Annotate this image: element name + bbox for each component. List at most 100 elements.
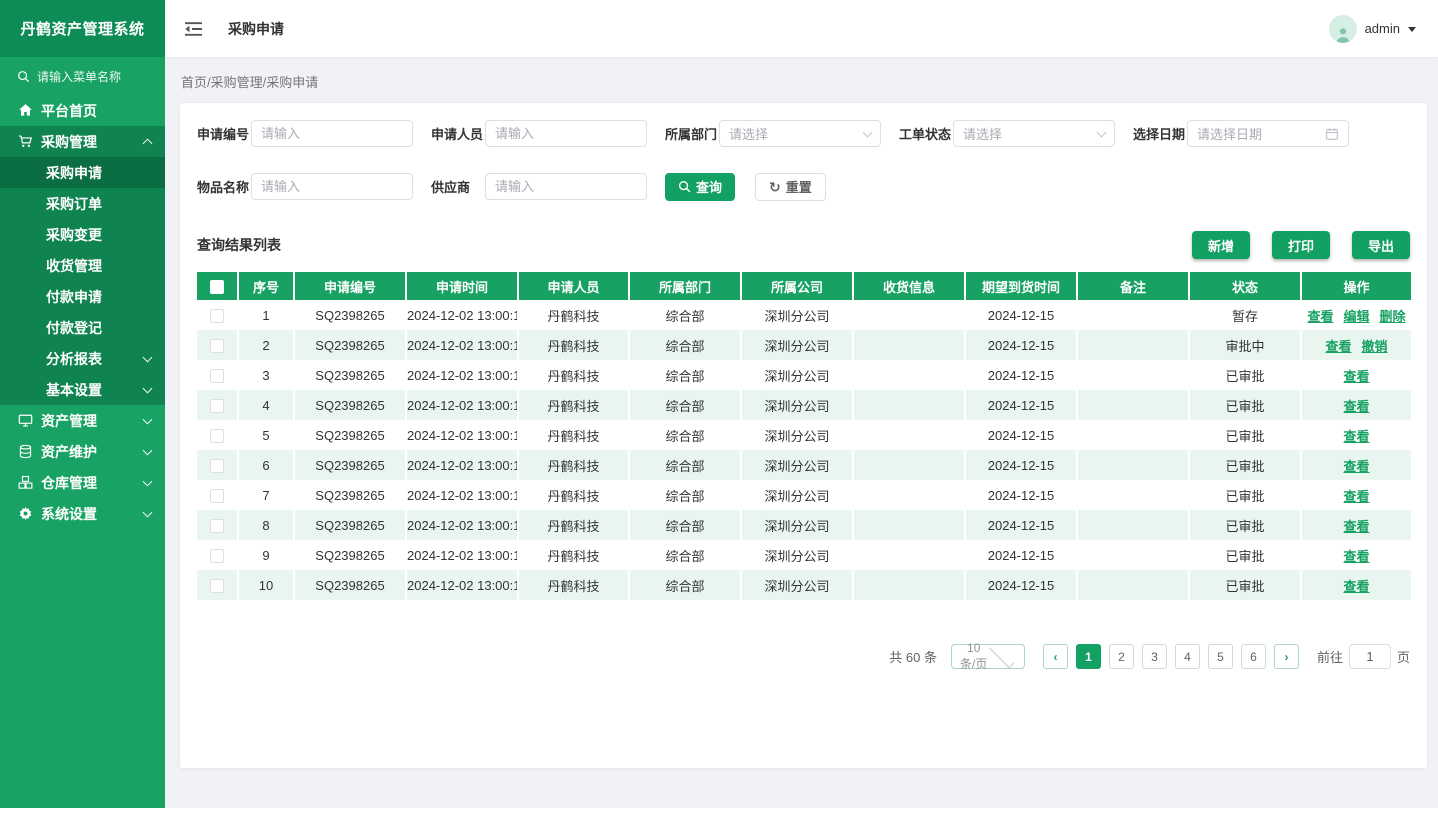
action-view-link[interactable]: 查看	[1343, 429, 1369, 444]
sidebar-item-purchase-change[interactable]: 采购变更	[0, 219, 165, 250]
filter-input-apply-no[interactable]	[251, 120, 413, 147]
prev-page-button[interactable]: ‹	[1043, 644, 1068, 669]
filter-input-applicant[interactable]	[485, 120, 647, 147]
action-view-link[interactable]: 查看	[1307, 309, 1333, 324]
action-view-link[interactable]: 查看	[1343, 369, 1369, 384]
action-delete-link[interactable]: 删除	[1380, 309, 1406, 324]
apply-time-cell: 2024-12-02 13:00:15	[406, 510, 518, 540]
expected-date-cell: 2024-12-15	[965, 390, 1077, 420]
status-cell: 已审批	[1189, 360, 1301, 390]
action-view-link[interactable]: 查看	[1325, 339, 1351, 354]
company-cell: 深圳分公司	[741, 390, 853, 420]
department-cell: 综合部	[629, 480, 741, 510]
row-checkbox[interactable]	[210, 579, 224, 593]
applicant-cell: 丹鹤科技	[518, 570, 629, 600]
row-checkbox[interactable]	[210, 339, 224, 353]
add-button[interactable]: 新增	[1192, 231, 1250, 259]
checkbox-cell	[197, 510, 238, 540]
sidebar-item-purchase-apply[interactable]: 采购申请	[0, 157, 165, 188]
apply-time-cell: 2024-12-02 13:00:15	[406, 300, 518, 330]
action-view-link[interactable]: 查看	[1343, 399, 1369, 414]
chevron-down-icon	[143, 414, 153, 424]
sidebar-item-purchase-order[interactable]: 采购订单	[0, 188, 165, 219]
goto-page: 前往 页	[1317, 644, 1410, 669]
sidebar-item-receiving-management[interactable]: 收货管理	[0, 250, 165, 281]
total-count: 共 60 条	[889, 647, 937, 666]
index-cell: 10	[238, 570, 294, 600]
sidebar-item-asset-maintenance[interactable]: 资产维护	[0, 436, 165, 467]
page-button-4[interactable]: 4	[1175, 644, 1200, 669]
action-revoke-link[interactable]: 撤销	[1362, 339, 1388, 354]
page-button-1[interactable]: 1	[1076, 644, 1101, 669]
filter-select-order-status[interactable]: 请选择	[953, 120, 1115, 147]
sidebar-item-analysis-report[interactable]: 分析报表	[0, 343, 165, 374]
applicant-cell: 丹鹤科技	[518, 480, 629, 510]
page-button-3[interactable]: 3	[1142, 644, 1167, 669]
receiving-info-cell	[853, 540, 965, 570]
sidebar-subitem-label: 采购变更	[46, 225, 102, 245]
sidebar-item-payment-register[interactable]: 付款登记	[0, 312, 165, 343]
query-button[interactable]: 查询	[665, 173, 735, 201]
page-size-select[interactable]: 10条/页	[951, 644, 1025, 669]
filter-field-item-name: 物品名称	[197, 173, 413, 200]
sidebar-item-system-settings[interactable]: 系统设置	[0, 498, 165, 529]
row-checkbox[interactable]	[210, 399, 224, 413]
sidebar-item-warehouse-management[interactable]: 仓库管理	[0, 467, 165, 498]
row-checkbox[interactable]	[210, 489, 224, 503]
goto-page-input[interactable]	[1349, 644, 1391, 669]
purchase-apply-card: 申请编号申请人员所属部门请选择工单状态请选择选择日期请选择日期 物品名称供应商 …	[180, 103, 1427, 768]
operations-cell: 查看	[1301, 360, 1411, 390]
row-checkbox[interactable]	[210, 429, 224, 443]
filter-label: 供应商	[431, 177, 485, 196]
sidebar-item-label: 采购管理	[41, 132, 97, 152]
apply-time-cell: 2024-12-02 13:00:15	[406, 480, 518, 510]
filter-input-item-name[interactable]	[251, 173, 413, 200]
collapse-sidebar-icon[interactable]	[183, 20, 204, 38]
page-button-2[interactable]: 2	[1109, 644, 1134, 669]
reset-button[interactable]: ↻ 重置	[755, 173, 826, 201]
action-view-link[interactable]: 查看	[1343, 579, 1369, 594]
print-button[interactable]: 打印	[1272, 231, 1330, 259]
checkbox-cell	[197, 330, 238, 360]
next-page-button[interactable]: ›	[1274, 644, 1299, 669]
apply-no-cell: SQ2398265	[294, 330, 406, 360]
department-cell: 综合部	[629, 330, 741, 360]
sidebar-item-payment-apply[interactable]: 付款申请	[0, 281, 165, 312]
status-cell: 已审批	[1189, 390, 1301, 420]
filter-date-date[interactable]: 请选择日期	[1187, 120, 1349, 147]
sidebar-menu-search[interactable]: 请输入菜单名称	[0, 57, 165, 95]
row-checkbox[interactable]	[210, 459, 224, 473]
column-header: 状态	[1189, 272, 1301, 300]
applicant-cell: 丹鹤科技	[518, 510, 629, 540]
action-view-link[interactable]: 查看	[1343, 459, 1369, 474]
row-checkbox[interactable]	[210, 369, 224, 383]
row-checkbox[interactable]	[210, 549, 224, 563]
sidebar-item-asset-management[interactable]: 资产管理	[0, 405, 165, 436]
sidebar-item-platform-home[interactable]: 平台首页	[0, 95, 165, 126]
page-button-5[interactable]: 5	[1208, 644, 1233, 669]
company-cell: 深圳分公司	[741, 540, 853, 570]
row-checkbox[interactable]	[210, 309, 224, 323]
action-view-link[interactable]: 查看	[1343, 519, 1369, 534]
sidebar-item-purchase-management[interactable]: 采购管理	[0, 126, 165, 157]
select-all-header	[197, 272, 238, 300]
user-menu[interactable]: admin	[1329, 15, 1416, 43]
filter-input-supplier[interactable]	[485, 173, 647, 200]
action-view-link[interactable]: 查看	[1343, 549, 1369, 564]
filter-select-department[interactable]: 请选择	[719, 120, 881, 147]
select-all-checkbox[interactable]	[210, 280, 224, 294]
row-checkbox[interactable]	[210, 519, 224, 533]
sidebar-item-basic-settings[interactable]: 基本设置	[0, 374, 165, 405]
page-button-6[interactable]: 6	[1241, 644, 1266, 669]
status-cell: 已审批	[1189, 480, 1301, 510]
table-row: 1SQ23982652024-12-02 13:00:15丹鹤科技综合部深圳分公…	[197, 300, 1411, 330]
placeholder-text: 请选择	[963, 124, 1098, 143]
action-view-link[interactable]: 查看	[1343, 489, 1369, 504]
export-button[interactable]: 导出	[1352, 231, 1410, 259]
apply-no-cell: SQ2398265	[294, 300, 406, 330]
action-edit-link[interactable]: 编辑	[1343, 309, 1369, 324]
index-cell: 2	[238, 330, 294, 360]
index-cell: 5	[238, 420, 294, 450]
column-header: 所属部门	[629, 272, 741, 300]
table-row: 8SQ23982652024-12-02 13:00:15丹鹤科技综合部深圳分公…	[197, 510, 1411, 540]
